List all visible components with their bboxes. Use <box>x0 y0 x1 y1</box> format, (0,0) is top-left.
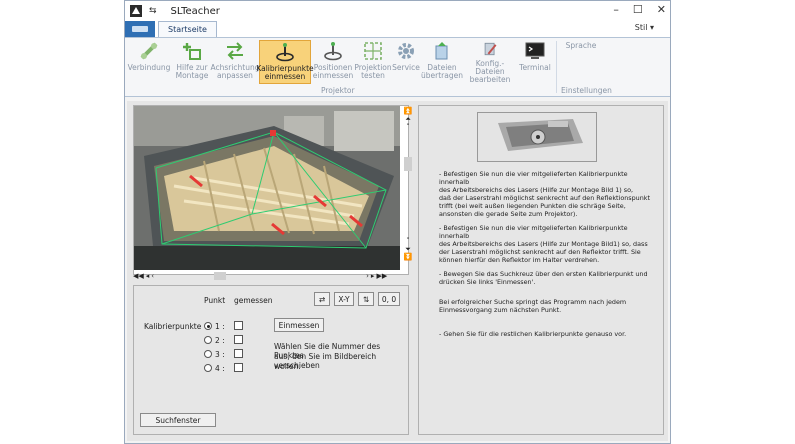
konfig-dateien-button[interactable]: Konfig.-Dateien bearbeiten <box>464 40 516 84</box>
style-menu[interactable]: Stil ▾ <box>635 23 654 32</box>
scroll-first-icon[interactable]: ◀◀ <box>133 272 144 280</box>
positionen-button[interactable]: Positionen einmessen <box>313 40 353 84</box>
hint-line-3: wollen. <box>274 362 301 371</box>
gear-icon <box>398 43 414 59</box>
add-plus-icon <box>183 43 201 60</box>
instruction-paragraph-1: - Befestigen Sie nun die vier mitgeliefe… <box>439 170 650 218</box>
checkbox-point-3[interactable] <box>234 349 243 358</box>
group-label-projektor: Projektor <box>321 86 355 95</box>
close-button[interactable]: ✕ <box>657 3 666 16</box>
target-pin-icon <box>276 43 294 62</box>
rotate-icon-button[interactable]: ⇄ <box>314 292 330 306</box>
window-title: SLTeacher <box>170 5 220 17</box>
reflector-image <box>478 113 596 161</box>
radio-point-4[interactable] <box>204 364 212 372</box>
checkbox-point-4[interactable] <box>234 363 243 372</box>
scroll-up-icon[interactable]: ⏶ <box>403 115 413 123</box>
einmessen-button[interactable]: Einmessen <box>274 318 324 332</box>
edit-config-icon <box>484 42 497 56</box>
point-4-label: 4 : <box>215 364 225 373</box>
kalibrierpunkte-button[interactable]: Kalibrierpunkte einmessen <box>256 40 314 84</box>
connection-icon <box>140 42 158 60</box>
scroll-top-icon[interactable]: ⏫ <box>403 107 413 115</box>
file-menu-button[interactable] <box>125 21 155 37</box>
kalibrierpunkte-label: Kalibrierpunkte <box>144 322 202 331</box>
terminal-button[interactable]: Terminal <box>518 40 552 84</box>
terminal-icon <box>525 42 545 59</box>
point-1-label: 1 : <box>215 322 225 331</box>
verbindung-button[interactable]: Verbindung <box>128 40 170 84</box>
radio-point-3[interactable] <box>204 350 212 358</box>
camera-image <box>134 106 400 270</box>
instruction-paragraph-2: - Befestigen Sie nun die vier mitgeliefe… <box>439 224 648 264</box>
scroll-last-icon[interactable]: ▶▶ <box>376 272 387 280</box>
group-separator <box>556 41 557 93</box>
instruction-paragraph-5: - Gehen Sie für die restlichen Kalibrier… <box>439 330 627 338</box>
main-content: ⏫ ⏶ ˄ ˅ ⏷ ⏬ ◀◀ ◂ ‹ › ▸ ▶▶ Punkt gemessen… <box>127 101 668 441</box>
achsrichtung-button[interactable]: Achsrichtung anpassen <box>210 40 260 84</box>
flip-icon: ⇅ <box>362 294 370 304</box>
app-logo-icon <box>130 5 142 17</box>
scroll-up-small-icon[interactable]: ˄ <box>403 123 413 131</box>
scroll-thumb[interactable] <box>404 157 412 171</box>
suchfenster-button[interactable]: Suchfenster <box>140 413 216 427</box>
checkbox-point-2[interactable] <box>234 335 243 344</box>
ribbon: Verbindung Hilfe zur Montage Achsrichtung… <box>125 37 670 97</box>
calibration-controls: Punkt gemessen ⇄ X-Y ⇅ 0, 0 Kalibrierpun… <box>133 285 409 435</box>
point-3-label: 3 : <box>215 350 225 359</box>
radio-point-1[interactable] <box>204 322 212 330</box>
rotate-icon: ⇄ <box>318 294 326 304</box>
scroll-down-icon[interactable]: ⏷ <box>403 245 413 253</box>
camera-image-view[interactable] <box>133 105 409 275</box>
projektion-button[interactable]: Projektion testen <box>354 40 392 84</box>
scroll-right-small-icon[interactable]: › <box>366 272 369 280</box>
projection-grid-icon <box>364 42 382 60</box>
sprache-button[interactable]: Sprache <box>561 42 601 86</box>
scroll-left-small-icon[interactable]: ‹ <box>151 272 154 280</box>
scroll-bottom-icon[interactable]: ⏬ <box>403 253 413 261</box>
gemessen-header: gemessen <box>234 296 273 305</box>
maximize-button[interactable]: ☐ <box>633 3 643 16</box>
dateien-button[interactable]: Dateien übertragen <box>421 40 463 84</box>
hilfe-montage-button[interactable]: Hilfe zur Montage <box>173 40 211 84</box>
quick-access-toolbar[interactable]: ⇆ <box>149 6 157 16</box>
scroll-right-icon[interactable]: ▸ <box>371 272 375 280</box>
scroll-down-small-icon[interactable]: ˅ <box>403 237 413 245</box>
point-2-label: 2 : <box>215 336 225 345</box>
radio-point-2[interactable] <box>204 336 212 344</box>
group-label-einstellungen: Einstellungen <box>561 86 612 95</box>
instruction-panel: - Befestigen Sie nun die vier mitgeliefe… <box>418 105 664 435</box>
image-horizontal-scrollbar[interactable]: ◀◀ ◂ ‹ › ▸ ▶▶ <box>133 271 403 281</box>
axis-arrows-icon <box>227 42 243 60</box>
instruction-paragraph-3: - Bewegen Sie das Suchkreuz über den ers… <box>439 270 648 286</box>
scroll-left-icon[interactable]: ◂ <box>146 272 150 280</box>
punkt-header: Punkt <box>204 296 226 305</box>
image-vertical-scrollbar[interactable]: ⏫ ⏶ ˄ ˅ ⏷ ⏬ <box>403 107 413 269</box>
minimize-button[interactable]: – <box>613 3 619 16</box>
checkbox-point-1[interactable] <box>234 321 243 330</box>
tab-startseite[interactable]: Startseite <box>158 21 217 37</box>
left-panel: ⏫ ⏶ ˄ ˅ ⏷ ⏬ ◀◀ ◂ ‹ › ▸ ▶▶ Punkt gemessen… <box>133 105 412 435</box>
coordinate-reset-button[interactable]: 0, 0 <box>378 292 400 306</box>
file-menu-icon <box>132 26 148 32</box>
instruction-paragraph-4: Bei erfolgreicher Suche springt das Prog… <box>439 298 627 314</box>
flip-icon-button[interactable]: ⇅ <box>358 292 374 306</box>
ribbon-tab-row: Startseite Stil ▾ <box>125 21 670 37</box>
reflector-photo <box>477 112 597 162</box>
hscroll-thumb[interactable] <box>214 272 227 280</box>
swap-xy-button[interactable]: X-Y <box>334 292 354 306</box>
app-window: ⇆ SLTeacher – ☐ ✕ Startseite Stil ▾ Verb… <box>124 0 671 444</box>
file-transfer-icon <box>435 42 448 60</box>
position-pin-icon <box>324 42 342 61</box>
title-bar: ⇆ SLTeacher – ☐ ✕ <box>125 1 670 21</box>
service-button[interactable]: Service <box>392 40 420 84</box>
